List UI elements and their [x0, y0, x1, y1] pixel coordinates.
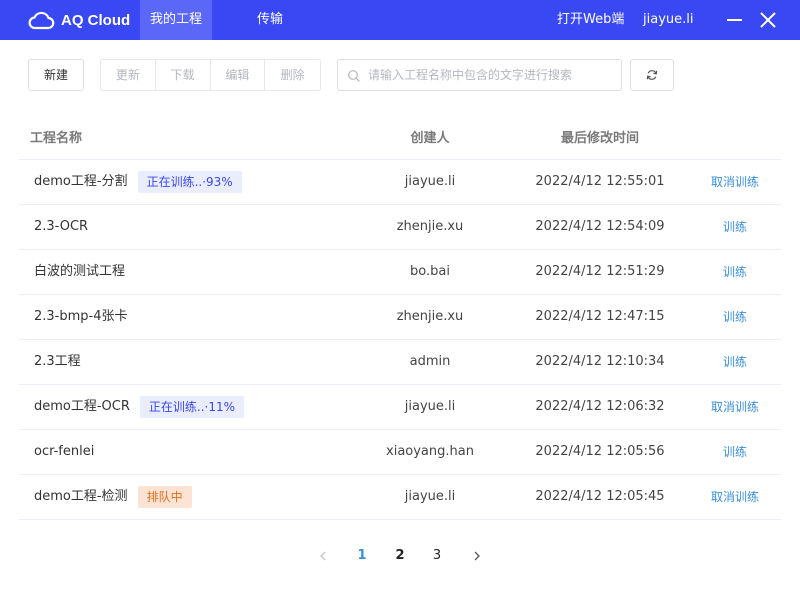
chevron-left-icon	[320, 551, 326, 561]
column-header-modified-time[interactable]: 最后修改时间	[540, 127, 660, 146]
app-name: AQ Cloud	[61, 11, 131, 29]
creator: jiayue.li	[404, 489, 456, 504]
train-link[interactable]: 训练	[695, 295, 775, 339]
project-name: demo工程-OCR	[34, 399, 130, 414]
cancel-training-link[interactable]: 取消训练	[695, 475, 775, 519]
column-header-creator[interactable]: 创建人	[390, 127, 470, 146]
modified-time: 2022/4/12 12:05:45	[535, 489, 665, 504]
train-link[interactable]: 训练	[695, 430, 775, 474]
tab-my-projects[interactable]: 我的工程	[140, 0, 212, 40]
status-badge: 正在训练..·11%	[139, 396, 245, 418]
table-row[interactable]: demo工程-检测 排队中 jiayue.li 2022/4/12 12:05:…	[19, 475, 781, 520]
close-icon[interactable]	[758, 10, 778, 30]
title-bar: AQ Cloud 我的工程 传输 打开Web端 jiayue.li	[0, 0, 800, 40]
edit-button[interactable]: 编辑	[211, 60, 266, 90]
cloud-icon	[28, 11, 55, 30]
project-name: ocr-fenlei	[34, 444, 95, 459]
creator: zhenjie.xu	[396, 219, 464, 234]
project-name-cell: demo工程-分割 正在训练..·93%	[34, 160, 242, 204]
page-number-3[interactable]: 3	[427, 546, 447, 566]
modified-time: 2022/4/12 12:54:09	[535, 219, 665, 234]
modified-time: 2022/4/12 12:06:32	[535, 399, 665, 414]
train-link[interactable]: 训练	[695, 250, 775, 294]
project-name: 2.3-bmp-4张卡	[34, 309, 128, 324]
project-name: 白波的测试工程	[34, 264, 126, 279]
cancel-training-link[interactable]: 取消训练	[695, 385, 775, 429]
search-input[interactable]	[368, 60, 618, 90]
refresh-button[interactable]	[630, 59, 674, 91]
tab-transfer[interactable]: 传输	[240, 0, 300, 40]
creator: xiaoyang.han	[386, 444, 474, 459]
modified-time: 2022/4/12 12:55:01	[535, 174, 665, 189]
action-button-group: 更新 下载 编辑 删除	[100, 59, 321, 91]
modified-time: 2022/4/12 12:51:29	[535, 264, 665, 279]
project-name: 2.3-OCR	[34, 219, 89, 234]
project-name-cell: 白波的测试工程	[34, 250, 125, 294]
app-logo: AQ Cloud	[27, 9, 130, 31]
creator: jiayue.li	[404, 174, 456, 189]
open-web-link[interactable]: 打开Web端	[557, 0, 624, 40]
creator: jiayue.li	[404, 399, 456, 414]
table-row[interactable]: ocr-fenlei xiaoyang.han 2022/4/12 12:05:…	[19, 430, 781, 475]
new-button[interactable]: 新建	[28, 59, 84, 91]
status-badge: 排队中	[137, 486, 192, 508]
creator: zhenjie.xu	[396, 309, 464, 324]
table-row[interactable]: demo工程-OCR 正在训练..·11% jiayue.li 2022/4/1…	[19, 385, 781, 430]
prev-page-button[interactable]	[315, 546, 331, 566]
project-name: demo工程-分割	[34, 174, 128, 189]
creator: bo.bai	[410, 264, 450, 279]
project-name: demo工程-检测	[34, 489, 128, 504]
project-name-cell: demo工程-检测 排队中	[34, 475, 192, 519]
status-badge: 正在训练..·93%	[137, 171, 242, 193]
page-number-2[interactable]: 2	[390, 546, 410, 566]
page-number-1[interactable]: 1	[352, 546, 372, 566]
table-row[interactable]: 2.3工程 admin 2022/4/12 12:10:34 训练	[19, 340, 781, 385]
table-row[interactable]: 2.3-OCR zhenjie.xu 2022/4/12 12:54:09 训练	[19, 205, 781, 250]
column-header-name[interactable]: 工程名称	[30, 127, 82, 146]
project-name-cell: ocr-fenlei	[34, 430, 94, 474]
cancel-training-link[interactable]: 取消训练	[695, 160, 775, 204]
search-box[interactable]	[337, 59, 622, 91]
project-name-cell: 2.3工程	[34, 340, 81, 384]
update-button[interactable]: 更新	[101, 60, 156, 90]
minimize-icon[interactable]	[725, 10, 745, 30]
table-row[interactable]: 2.3-bmp-4张卡 zhenjie.xu 2022/4/12 12:47:1…	[19, 295, 781, 340]
modified-time: 2022/4/12 12:47:15	[535, 309, 665, 324]
refresh-icon	[646, 70, 658, 80]
user-menu[interactable]: jiayue.li	[643, 0, 693, 40]
table-row[interactable]: 白波的测试工程 bo.bai 2022/4/12 12:51:29 训练	[19, 250, 781, 295]
train-link[interactable]: 训练	[695, 340, 775, 384]
modified-time: 2022/4/12 12:10:34	[535, 354, 665, 369]
search-icon	[348, 70, 360, 82]
train-link[interactable]: 训练	[695, 205, 775, 249]
table-row[interactable]: demo工程-分割 正在训练..·93% jiayue.li 2022/4/12…	[19, 160, 781, 205]
project-name: 2.3工程	[34, 354, 81, 369]
next-page-button[interactable]	[469, 546, 485, 566]
delete-button[interactable]: 删除	[265, 60, 320, 90]
project-name-cell: 2.3-bmp-4张卡	[34, 295, 128, 339]
project-name-cell: 2.3-OCR	[34, 205, 88, 249]
project-table: demo工程-分割 正在训练..·93% jiayue.li 2022/4/12…	[19, 159, 781, 520]
download-button[interactable]: 下载	[156, 60, 211, 90]
creator: admin	[409, 354, 451, 369]
chevron-right-icon	[474, 551, 480, 561]
modified-time: 2022/4/12 12:05:56	[535, 444, 665, 459]
project-name-cell: demo工程-OCR 正在训练..·11%	[34, 385, 245, 429]
